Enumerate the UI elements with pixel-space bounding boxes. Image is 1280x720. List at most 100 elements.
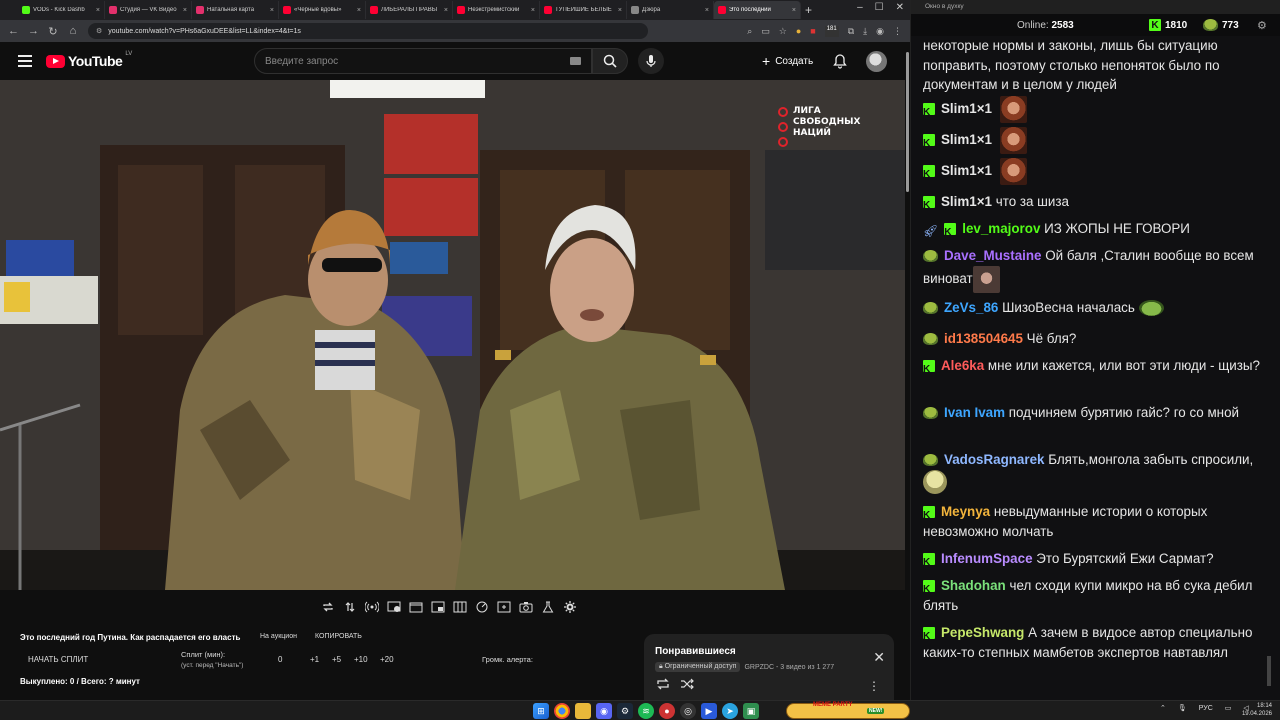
maximize-icon[interactable]: ☐ (875, 2, 884, 13)
chat-scrollbar[interactable] (1267, 36, 1271, 700)
loop-playlist-icon[interactable] (656, 678, 670, 690)
home-icon[interactable]: ⌂ (68, 25, 78, 37)
app-icon[interactable]: ▣ (743, 703, 759, 719)
close-icon[interactable]: × (618, 7, 622, 14)
puzzle-icon[interactable]: ⧉ (848, 26, 854, 37)
screen-record-icon[interactable] (386, 599, 402, 615)
chat-username[interactable]: Slim1×1 (941, 132, 992, 147)
close-icon[interactable]: × (792, 7, 796, 14)
loop-icon[interactable] (320, 599, 336, 615)
chat-username[interactable]: Ivan Ivam (944, 405, 1005, 420)
browser-tab[interactable]: Студия — VK Видео × (105, 1, 192, 19)
spotify-icon[interactable]: ≋ (638, 703, 654, 719)
avatar[interactable] (866, 51, 887, 72)
chat-username[interactable]: Ale6ka (941, 358, 984, 373)
browser-tab[interactable]: Натальная карта × (192, 1, 279, 19)
keyboard-icon[interactable] (570, 57, 581, 65)
notifications-bell-icon[interactable] (832, 53, 848, 69)
discord-icon[interactable]: ◉ (596, 703, 612, 719)
chat-username[interactable]: Slim1×1 (941, 101, 992, 116)
close-icon[interactable]: × (444, 7, 448, 14)
gear-icon[interactable] (562, 599, 578, 615)
add-clip-icon[interactable] (496, 599, 512, 615)
flask-icon[interactable] (540, 599, 556, 615)
youtube-logo[interactable]: YouTube LV (46, 51, 132, 69)
chat-username[interactable]: Meynya (941, 504, 990, 519)
reload-icon[interactable]: ↻ (48, 25, 58, 38)
close-window-icon[interactable]: ✕ (896, 2, 904, 13)
clip-icon[interactable] (408, 599, 424, 615)
menu-dots-icon[interactable]: ⋮ (893, 26, 902, 37)
extension-icon[interactable]: ■ (810, 26, 815, 37)
playlist-title[interactable]: Понравившиеся (655, 646, 736, 657)
chat-username[interactable]: Dave_Mustaine (944, 248, 1042, 263)
chat-username[interactable]: lev_majorov (962, 221, 1040, 236)
broadcast-icon[interactable] (364, 599, 380, 615)
profile-icon[interactable]: ◉ (876, 26, 884, 37)
recorder-icon[interactable]: ● (659, 703, 675, 719)
copy-button[interactable]: КОПИРОВАТЬ (315, 633, 362, 640)
chat-username[interactable]: id138504645 (944, 331, 1023, 346)
extension-badge[interactable]: 181 (824, 25, 839, 37)
network-icon[interactable]: ▭ (1225, 704, 1232, 712)
chat-username[interactable]: VadosRagnarek (944, 452, 1044, 467)
media-player-icon[interactable]: ▶ (701, 703, 717, 719)
close-icon[interactable]: × (705, 7, 709, 14)
search-input[interactable]: Введите запрос (254, 48, 592, 74)
browser-tab[interactable]: VODs - Kick Dashb × (18, 1, 105, 19)
chat-username[interactable]: Shadohan (941, 578, 1006, 593)
increment-button[interactable]: +1 (310, 655, 319, 664)
more-options-icon[interactable]: ⋮ (868, 679, 880, 693)
auction-button[interactable]: На аукцион (260, 633, 297, 640)
download-icon[interactable]: ⤓ (863, 26, 867, 37)
chat-username[interactable]: InfenumSpace (941, 551, 1033, 566)
menu-icon[interactable] (18, 55, 32, 67)
close-icon[interactable]: ✕ (873, 649, 885, 666)
keyboard-language[interactable]: РУС (1199, 705, 1213, 712)
new-tab-button[interactable]: + (805, 3, 812, 17)
clock[interactable]: 18:14 19.04.2026 (1240, 702, 1272, 718)
zoom-icon[interactable]: ⌕ (747, 26, 752, 37)
close-icon[interactable]: × (531, 7, 535, 14)
site-info-icon[interactable]: ⚙ (96, 27, 102, 35)
close-icon[interactable]: × (357, 7, 361, 14)
close-icon[interactable]: × (270, 7, 274, 14)
chat-username[interactable]: Slim1×1 (941, 194, 992, 209)
folder-icon[interactable] (575, 703, 591, 719)
back-icon[interactable]: ← (8, 25, 19, 37)
grid-icon[interactable] (452, 599, 468, 615)
browser-tab[interactable]: ЛИБЕРАЛЫ ПРАВЫ × (366, 1, 453, 19)
meme-party-widget[interactable]: MEME PARTY NEW! (786, 702, 910, 719)
browser-tab[interactable]: Неэкстремистский × (453, 1, 540, 19)
start-split-button[interactable]: НАЧАТЬ СПЛИТ (28, 655, 88, 664)
pip-icon[interactable] (430, 599, 446, 615)
telegram-icon[interactable]: ➤ (722, 703, 738, 719)
chrome-icon[interactable] (554, 703, 570, 719)
browser-tab[interactable]: ТУПЕЙШИЕ БЕЛЫЕ × (540, 1, 627, 19)
forward-icon[interactable]: → (28, 25, 39, 37)
chat-username[interactable]: PepeShwang (941, 625, 1024, 640)
cast-icon[interactable]: ▭ (761, 26, 770, 37)
chat-username[interactable]: ZeVs_86 (944, 300, 998, 315)
close-icon[interactable]: × (183, 7, 187, 14)
chevron-up-icon[interactable]: ⌃ (1160, 704, 1166, 712)
shuffle-icon[interactable] (680, 678, 694, 690)
increment-button[interactable]: +5 (332, 655, 341, 664)
split-value[interactable]: 0 (278, 655, 282, 664)
bookmark-star-icon[interactable]: ☆ (779, 26, 787, 37)
speed-gauge-icon[interactable] (474, 599, 490, 615)
obs-icon[interactable]: ◎ (680, 703, 696, 719)
microphone-icon[interactable]: 🎙︎ (1178, 704, 1187, 712)
sort-icon[interactable] (342, 599, 358, 615)
video-player[interactable]: ЛИГА СВОБОДНЫХ НАЦИЙ (0, 80, 905, 590)
browser-tab[interactable]: «Черные вдовы» × (279, 1, 366, 19)
gear-icon[interactable]: ⚙ (1257, 19, 1267, 32)
voice-search-button[interactable] (638, 48, 664, 74)
browser-tab-active[interactable]: Это последний × (714, 1, 801, 19)
url-field[interactable]: ⚙ youtube.com/watch?v=PHs6aGxuDEE&list=L… (88, 23, 648, 39)
windows-start-icon[interactable]: ⊞ (533, 703, 549, 719)
chat-username[interactable]: Slim1×1 (941, 163, 992, 178)
search-button[interactable] (592, 48, 628, 74)
browser-tab[interactable]: Дзюра × (627, 1, 714, 19)
minimize-icon[interactable]: – (857, 2, 863, 13)
